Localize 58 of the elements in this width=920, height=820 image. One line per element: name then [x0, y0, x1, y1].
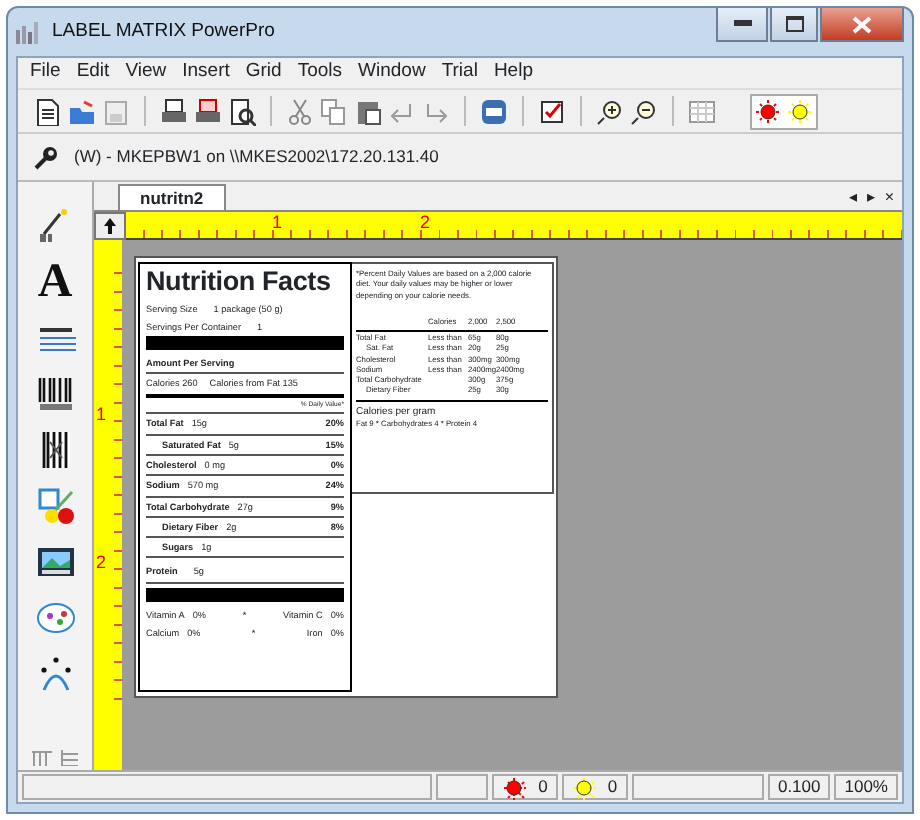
text-tool-icon[interactable]: A [37, 262, 73, 302]
document-tab[interactable]: nutritn2 [118, 184, 226, 210]
menu-item[interactable]: Edit [68, 58, 118, 88]
wrench-icon [34, 145, 58, 169]
zoom-out-icon[interactable] [630, 97, 658, 125]
menu-item[interactable]: Window [350, 58, 434, 88]
up-arrow-button[interactable] [94, 212, 126, 240]
menu-item[interactable]: Grid [237, 58, 290, 88]
clipboard-icon[interactable] [354, 97, 382, 125]
print-preview-icon[interactable] [228, 97, 256, 125]
list-view-icon[interactable] [31, 750, 51, 766]
checklist-icon[interactable] [538, 97, 566, 125]
minimize-icon [733, 20, 751, 28]
menu-item[interactable]: File [22, 58, 69, 88]
menu-item[interactable]: Insert [174, 58, 238, 88]
close-tab-button[interactable]: × [884, 184, 894, 210]
database-icon[interactable] [480, 97, 508, 125]
scroll-tab-button[interactable]: ◂ [848, 184, 857, 210]
error-count: 0 [538, 774, 548, 800]
picture-icon[interactable] [35, 542, 75, 582]
menu-item[interactable]: View [117, 58, 175, 88]
arc-text-icon[interactable] [35, 654, 75, 694]
close-button[interactable] [820, 8, 904, 42]
warning-light-icon [571, 775, 596, 799]
window-title: LABEL MATRIX PowerPro [52, 17, 275, 46]
open-folder-icon[interactable] [68, 97, 96, 125]
ruler-number: 1 [96, 406, 107, 424]
menu-item[interactable]: Trial [433, 58, 486, 88]
scroll-tab-button[interactable]: ▸ [866, 184, 875, 210]
print-setup-icon[interactable] [194, 97, 222, 125]
palette-icon[interactable] [35, 598, 75, 638]
warning-light-icon[interactable] [786, 97, 814, 125]
error-light-icon[interactable] [754, 97, 782, 125]
shapes-icon[interactable] [35, 486, 75, 526]
maximize-button[interactable] [770, 8, 818, 42]
minimize-button[interactable] [716, 8, 768, 42]
error-light-icon [502, 775, 527, 799]
connection-text: (W) - MKEPBW1 on \\MKES2002\172.20.131.40 [74, 144, 439, 170]
printer-icon[interactable] [160, 97, 188, 125]
grid-icon[interactable] [688, 97, 716, 125]
up-arrow-icon [104, 218, 116, 234]
ruler-number: 2 [420, 214, 431, 232]
nutrition-title: Nutrition Facts [146, 268, 333, 295]
new-document-icon[interactable] [34, 97, 62, 125]
scale-text: 0.100 [767, 774, 831, 800]
scissors-icon[interactable] [286, 97, 314, 125]
zoom-text: 100% [834, 774, 898, 800]
ruler-number: 1 [272, 214, 283, 232]
app-icon [16, 21, 44, 43]
tree-view-icon[interactable] [59, 750, 79, 766]
barcode-icon[interactable] [35, 374, 75, 414]
zoom-in-icon[interactable] [596, 97, 624, 125]
maximize-icon [785, 16, 803, 32]
warning-count: 0 [607, 774, 618, 800]
ruler-number: 2 [96, 554, 107, 572]
close-icon [852, 15, 872, 33]
menu-item[interactable]: Tools [289, 58, 351, 88]
menu-item[interactable]: Help [485, 58, 541, 88]
